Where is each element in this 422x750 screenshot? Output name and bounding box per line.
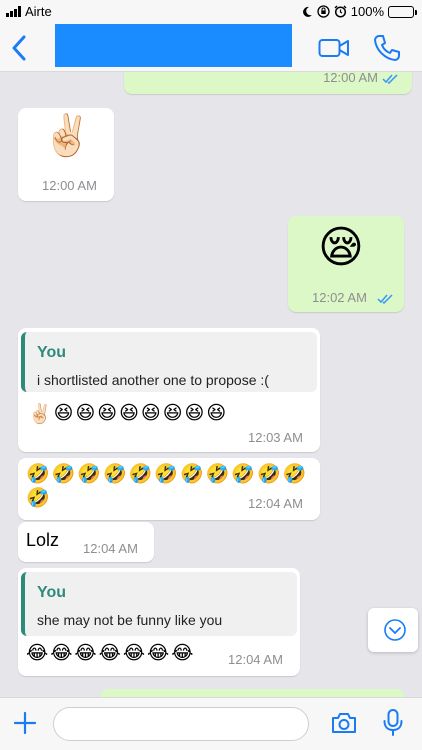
camera-icon	[332, 713, 356, 733]
message-bubble-incoming[interactable]: Lolz 12:04 AM	[18, 522, 154, 562]
emoji: 🤣	[282, 464, 307, 485]
carrier-name: Airte	[25, 4, 52, 19]
emoji: 😂	[74, 643, 97, 664]
emoji: 😂	[50, 643, 73, 664]
message-input[interactable]	[53, 707, 309, 741]
chat-header	[0, 24, 422, 72]
message-time: 12:00 AM	[323, 72, 378, 85]
emoji: 😂	[147, 643, 170, 664]
message-text: Lolz	[26, 530, 60, 550]
moon-icon	[302, 6, 312, 17]
quoted-text: i shortlisted another one to propose :(	[37, 372, 269, 388]
read-ticks-icon	[377, 294, 393, 304]
emoji: 🤣	[205, 464, 230, 485]
message-time: 12:03 AM	[248, 430, 303, 445]
signal-icon	[6, 6, 21, 17]
quoted-message[interactable]: You she may not be funny like you	[21, 572, 297, 636]
chevron-down-circle-icon	[384, 619, 406, 641]
status-left: Airte	[6, 4, 52, 19]
emoji: 😆	[119, 403, 139, 424]
read-ticks-icon	[382, 74, 398, 84]
quoted-message[interactable]: You i shortlisted another one to propose…	[21, 332, 317, 392]
emoji: 🤣	[154, 464, 179, 485]
emoji: 😂	[122, 643, 146, 664]
emoji: 🤣	[51, 464, 76, 485]
quoted-text: she may not be funny like you	[37, 612, 223, 628]
message-time: 12:00 AM	[42, 178, 97, 193]
victory-hand-emoji: ✌🏻	[42, 114, 92, 158]
message-input-bar	[0, 697, 422, 750]
message-bubble-outgoing[interactable]: 😪 12:02 AM	[288, 216, 404, 312]
contact-name-redacted[interactable]	[55, 24, 292, 67]
status-bar: Airte 100%	[0, 0, 422, 24]
message-time: 12:02 AM	[312, 290, 367, 305]
chevron-left-icon	[12, 35, 26, 61]
emoji: 🤣	[128, 464, 153, 485]
alarm-icon	[334, 5, 347, 18]
emoji: 😆	[184, 403, 205, 424]
scroll-to-bottom-button[interactable]	[368, 608, 418, 652]
emoji: 😂	[98, 643, 121, 664]
voice-call-button[interactable]	[372, 33, 402, 63]
emoji: 😆	[162, 403, 183, 424]
quoted-sender: You	[37, 584, 67, 601]
message-time: 12:04 AM	[248, 496, 303, 511]
emoji: 🤣	[231, 464, 256, 485]
camera-button[interactable]	[330, 710, 358, 736]
emoji: 🤣	[26, 464, 50, 485]
message-bubble-incoming[interactable]: ✌🏻 12:00 AM	[18, 108, 114, 201]
battery-percent: 100%	[350, 4, 384, 19]
emoji: 🤣	[180, 464, 204, 485]
video-call-icon	[318, 39, 349, 57]
plus-icon	[13, 711, 37, 735]
emoji: 🤣	[26, 488, 50, 509]
message-time: 12:04 AM	[228, 652, 283, 667]
orientation-lock-icon	[317, 5, 330, 18]
chat-area[interactable]: 12:00 AM ✌🏻 12:00 AM 😪 12:02 AM You i sh…	[0, 72, 422, 697]
emoji: ✌🏻	[28, 404, 52, 425]
status-right: 100%	[302, 4, 417, 19]
back-button[interactable]	[6, 32, 34, 64]
emoji: 😆	[75, 403, 96, 424]
emoji: 🤣	[77, 464, 102, 485]
emoji: 🤣	[257, 464, 281, 485]
emoji: 😆	[97, 403, 118, 424]
voice-message-button[interactable]	[382, 708, 404, 738]
emoji: 😆	[140, 403, 161, 424]
sleepy-face-emoji: 😪	[318, 223, 364, 272]
emoji: 😂	[26, 643, 49, 664]
emoji-content: ✌🏻 😆 😆 😆 😆 😆 😆 😆 😆	[28, 402, 278, 426]
battery-icon	[388, 5, 417, 18]
attach-button[interactable]	[12, 710, 38, 736]
emoji: 🤣	[103, 464, 127, 485]
message-bubble-outgoing[interactable]: 12:00 AM	[124, 72, 412, 94]
video-call-button[interactable]	[318, 36, 350, 60]
message-bubble-incoming-reply[interactable]: You i shortlisted another one to propose…	[18, 328, 320, 452]
quoted-sender: You	[37, 344, 67, 361]
microphone-icon	[383, 709, 403, 736]
emoji: 😆	[53, 403, 74, 424]
message-time: 12:04 AM	[83, 541, 138, 556]
emoji-content: 😂 😂 😂 😂 😂 😂 😂	[26, 642, 226, 665]
message-bubble-incoming-reply[interactable]: You she may not be funny like you 😂 😂 😂 …	[18, 568, 300, 676]
message-bubble-outgoing[interactable]	[100, 689, 405, 697]
message-bubble-incoming[interactable]: 🤣 🤣 🤣 🤣 🤣 🤣 🤣 🤣 🤣 🤣 🤣 🤣 12:04 AM	[18, 458, 320, 520]
emoji: 😂	[171, 643, 194, 664]
emoji: 😆	[206, 403, 227, 424]
phone-icon	[374, 35, 400, 61]
